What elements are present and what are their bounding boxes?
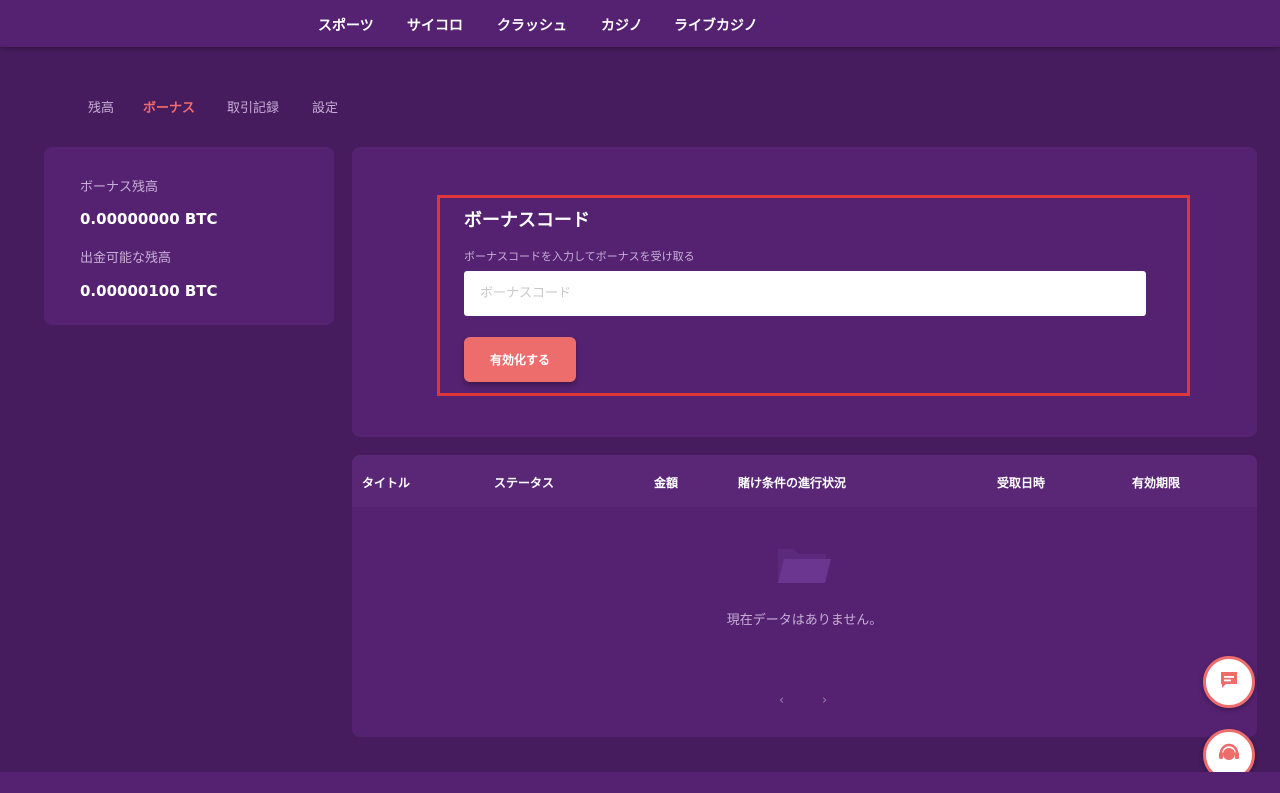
pagination-prev[interactable]: ‹ — [779, 693, 784, 708]
column-title: タイトル — [362, 476, 411, 490]
bonus-balance-label: ボーナス残高 — [80, 180, 159, 195]
bonus-code-section: ボーナスコード ボーナスコードを入力してボーナスを受け取る 有効化する — [437, 195, 1190, 396]
bonus-code-title: ボーナスコード — [464, 210, 590, 231]
nav-item-crash[interactable]: クラッシュ — [497, 15, 567, 35]
chat-button[interactable] — [1203, 656, 1255, 708]
tab-settings[interactable]: 設定 — [312, 97, 338, 116]
pagination-next[interactable]: › — [822, 693, 827, 708]
bonus-balance-value: 0.00000000 BTC — [80, 210, 218, 228]
folder-icon — [776, 543, 832, 591]
column-received-date: 受取日時 — [997, 476, 1046, 490]
nav-item-dice[interactable]: サイコロ — [407, 15, 463, 35]
table-header: タイトル ステータス 金額 賭け条件の進行状況 受取日時 有効期限 — [352, 455, 1257, 507]
nav-item-sports[interactable]: スポーツ — [318, 15, 374, 35]
column-amount: 金額 — [654, 476, 679, 490]
withdrawable-balance-value: 0.00000100 BTC — [80, 282, 218, 300]
bonus-code-card: ボーナスコード ボーナスコードを入力してボーナスを受け取る 有効化する — [352, 147, 1257, 437]
nav-item-live-casino[interactable]: ライブカジノ — [674, 15, 758, 35]
empty-state-text: 現在データはありません。 — [726, 613, 883, 628]
bonus-code-input[interactable] — [464, 271, 1146, 316]
column-wagering-progress: 賭け条件の進行状況 — [738, 476, 847, 490]
tab-transactions[interactable]: 取引記録 — [227, 97, 279, 116]
chat-icon — [1218, 669, 1240, 695]
balance-card: ボーナス残高 0.00000000 BTC 出金可能な残高 0.00000100… — [44, 147, 334, 325]
tab-balance[interactable]: 残高 — [88, 97, 114, 116]
activate-button[interactable]: 有効化する — [464, 337, 576, 382]
bonus-history-table: タイトル ステータス 金額 賭け条件の進行状況 受取日時 有効期限 現在データは… — [352, 455, 1257, 737]
support-icon — [1216, 740, 1242, 770]
top-navigation: スポーツ サイコロ クラッシュ カジノ ライブカジノ — [0, 0, 1280, 47]
column-status: ステータス — [494, 476, 555, 490]
bonus-code-description: ボーナスコードを入力してボーナスを受け取る — [464, 250, 695, 263]
footer-bar — [0, 772, 1280, 793]
withdrawable-balance-label: 出金可能な残高 — [80, 251, 172, 266]
column-expiry: 有効期限 — [1132, 476, 1181, 490]
tab-bonus[interactable]: ボーナス — [143, 97, 195, 116]
nav-item-casino[interactable]: カジノ — [601, 15, 643, 35]
